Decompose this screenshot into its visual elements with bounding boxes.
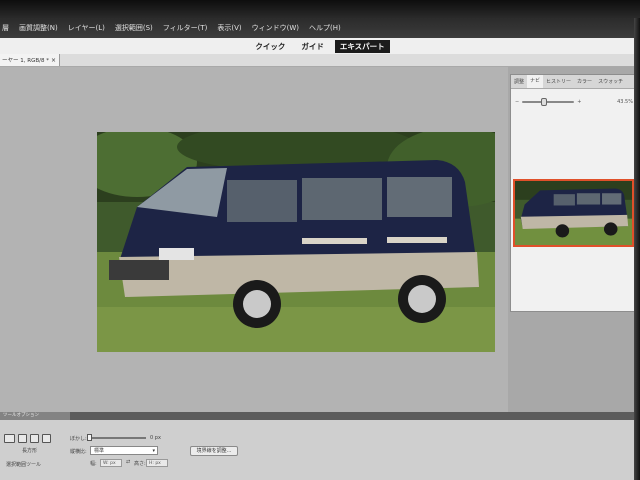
zoom-slider-handle[interactable]	[541, 98, 548, 106]
tab-navigator[interactable]: ナビ	[527, 75, 544, 88]
swap-dimensions-icon[interactable]: ⇄	[126, 459, 130, 465]
menu-item-view[interactable]: 表示(V)	[217, 23, 241, 33]
zoom-slider[interactable]	[522, 98, 575, 106]
feather-label: ぼかし:	[70, 436, 87, 442]
aspect-select-value: 標準	[94, 448, 105, 454]
van-photo	[97, 132, 495, 352]
refine-edge-button[interactable]: 境界線を調整...	[190, 446, 238, 456]
tool-options-tab[interactable]: ツールオプション	[0, 412, 70, 420]
marquee-shape-group	[4, 434, 51, 443]
mode-expert-button[interactable]: エキスパート	[334, 39, 390, 53]
photo-canvas[interactable]	[97, 132, 495, 352]
aspect-label: 縦横比:	[70, 449, 87, 455]
add-selection-icon[interactable]	[18, 434, 27, 443]
menu-item-filter[interactable]: フィルター(T)	[163, 23, 208, 33]
height-label: 高さ:	[134, 461, 146, 467]
panel-bin-bar: ツールオプション	[0, 412, 640, 420]
menu-item-help[interactable]: ヘルプ(H)	[309, 23, 341, 33]
canvas-area[interactable]	[0, 67, 508, 412]
feather-slider[interactable]	[88, 437, 146, 439]
document-tab-label: ーヤー 1, RGB/8 *	[2, 58, 49, 64]
tab-adjust[interactable]: 調整	[511, 78, 527, 85]
intersect-selection-icon[interactable]	[42, 434, 51, 443]
tab-swatches[interactable]: スウォッチ	[595, 78, 626, 85]
height-field[interactable]: H: px	[146, 459, 168, 467]
document-tab[interactable]: ーヤー 1, RGB/8 * ×	[0, 54, 60, 66]
mode-quick-button[interactable]: クイック	[250, 40, 290, 53]
menu-item-layer-short[interactable]: 層	[2, 23, 9, 33]
rect-marquee-icon[interactable]	[4, 434, 15, 443]
tool-options-bar: 長方形 選択範囲ツール ぼかし: 0 px 縦横比: 標準 ▾ 幅: W: px…	[0, 420, 640, 480]
menu-bar: 層 画質調整(N) レイヤー(L) 選択範囲(S) フィルター(T) 表示(V)…	[0, 18, 640, 38]
document-tab-bar: ーヤー 1, RGB/8 * ×	[0, 54, 640, 67]
tab-history[interactable]: ヒストリー	[543, 78, 574, 85]
navigator-tab-strip: 調整 ナビ ヒストリー カラー スウォッチ	[511, 75, 635, 89]
menu-item-select[interactable]: 選択範囲(S)	[115, 23, 153, 33]
navigator-panel: 調整 ナビ ヒストリー カラー スウォッチ − + 43.5%	[510, 74, 636, 312]
feather-value: 0 px	[150, 435, 161, 441]
zoom-row: − + 43.5%	[515, 97, 633, 107]
feather-slider-handle[interactable]	[87, 434, 92, 441]
tool-name-label: 長方形	[22, 448, 38, 454]
zoom-percent: 43.5%	[617, 99, 633, 105]
navigator-thumbnail[interactable]	[513, 179, 634, 247]
monitor-bezel-right	[634, 18, 640, 480]
width-label: 幅:	[90, 461, 97, 467]
zoom-in-icon[interactable]: +	[577, 99, 581, 105]
aspect-select[interactable]: 標準 ▾	[90, 446, 158, 455]
mode-guide-button[interactable]: ガイド	[296, 40, 329, 53]
photo-editor-window: 層 画質調整(N) レイヤー(L) 選択範囲(S) フィルター(T) 表示(V)…	[0, 0, 640, 480]
tab-color[interactable]: カラー	[574, 78, 595, 85]
van-thumbnail	[515, 181, 632, 245]
menu-item-layer[interactable]: レイヤー(L)	[68, 23, 105, 33]
menu-item-enhance[interactable]: 画質調整(N)	[19, 23, 58, 33]
width-field[interactable]: W: px	[100, 459, 122, 467]
close-icon[interactable]: ×	[51, 57, 56, 64]
tool-group-label: 選択範囲ツール	[6, 462, 42, 468]
monitor-bezel-top	[0, 0, 640, 18]
menu-item-window[interactable]: ウィンドウ(W)	[252, 23, 299, 33]
zoom-out-icon[interactable]: −	[515, 99, 519, 105]
chevron-down-icon: ▾	[152, 448, 155, 454]
subtract-selection-icon[interactable]	[30, 434, 39, 443]
mode-bar: クイック ガイド エキスパート	[0, 38, 640, 55]
